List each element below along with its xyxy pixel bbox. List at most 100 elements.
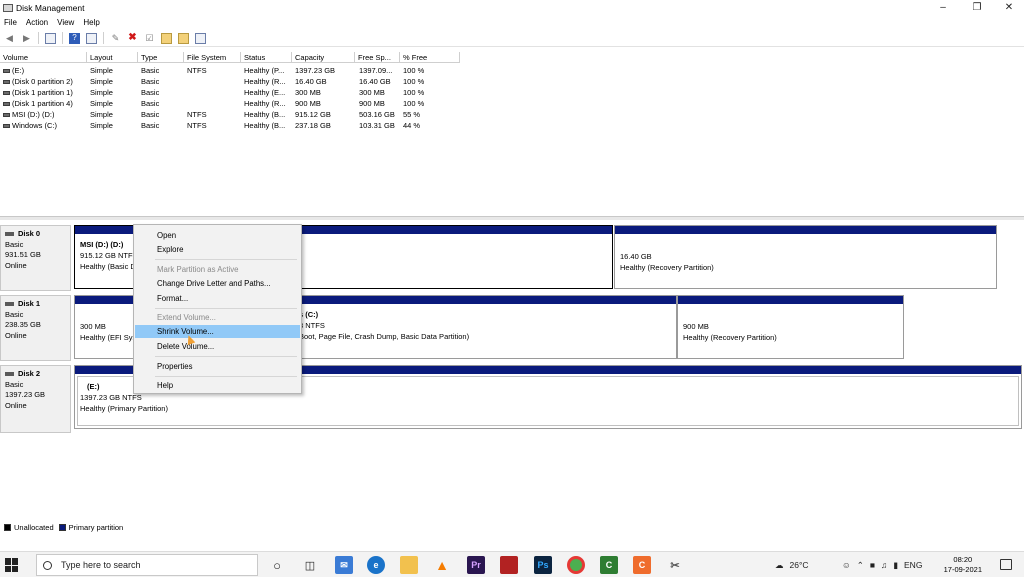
menu-item-change-drive-letter[interactable]: Change Drive Letter and Paths... — [135, 277, 300, 290]
partition-status: Healthy (Recovery Partition) — [683, 333, 777, 342]
mail-icon[interactable]: ✉ — [335, 556, 353, 574]
primary-swatch — [58, 524, 66, 531]
table-row[interactable]: MSI (D:) (D:) Simple Basic NTFS Healthy … — [0, 109, 470, 120]
menu-item-explore[interactable]: Explore — [135, 243, 300, 256]
help-icon[interactable]: ? — [69, 32, 80, 44]
photoshop-icon[interactable]: Ps — [534, 556, 552, 574]
partition-disk1-efi[interactable]: 300 MB Healthy (EFI Sys — [74, 295, 138, 359]
toolbar-separator — [62, 32, 63, 44]
windows-start-icon[interactable] — [5, 558, 19, 572]
partition-disk0-recovery[interactable]: 16.40 GB Healthy (Recovery Partition) — [614, 225, 997, 289]
menu-item-open[interactable]: Open — [135, 229, 300, 242]
volume-cell: (Disk 0 partition 2) — [3, 76, 87, 87]
edge-icon[interactable]: e — [367, 556, 385, 574]
back-arrow-icon[interactable]: ◀ — [4, 33, 15, 44]
folder-icon[interactable] — [161, 32, 172, 44]
close-button[interactable]: ✕ — [992, 0, 1024, 15]
volume-cell: (Disk 1 partition 4) — [3, 98, 87, 109]
free-cell: 16.40 GB — [359, 77, 391, 86]
taskbar-search-box[interactable]: Type here to search — [36, 554, 258, 576]
disk-1-name: Disk 1 — [18, 299, 41, 308]
pct-cell: 55 % — [403, 110, 421, 119]
free-cell: 1397.09... — [359, 66, 393, 75]
disk-0-type: Basic — [5, 239, 24, 249]
table-row[interactable]: (E:) Simple Basic NTFS Healthy (P... 139… — [0, 65, 470, 76]
maximize-button[interactable]: ❐ — [960, 0, 994, 15]
clock[interactable]: 08:20 17-09-2021 — [944, 555, 982, 575]
menu-item-help[interactable]: Help — [135, 379, 300, 392]
volume-cell: MSI (D:) (D:) — [3, 109, 87, 120]
partition-size: 3 NTFS — [299, 321, 325, 330]
notifications-icon[interactable] — [1000, 559, 1012, 570]
language-indicator[interactable]: ENG — [904, 560, 922, 570]
tray-overflow-icon[interactable]: ⌃ — [857, 560, 864, 571]
file-explorer-icon[interactable] — [400, 556, 418, 574]
forward-arrow-icon[interactable]: ▶ — [21, 33, 32, 44]
vlc-icon[interactable]: ▲ — [433, 556, 451, 574]
orange-app-icon[interactable]: C — [633, 556, 651, 574]
connect-icon[interactable]: ✎ — [110, 33, 121, 44]
task-view-icon[interactable]: ◫ — [301, 556, 319, 574]
delete-icon[interactable]: ✖ — [127, 33, 138, 44]
volume-name: (Disk 0 partition 2) — [12, 77, 73, 86]
menu-action[interactable]: Action — [26, 18, 48, 27]
menu-help[interactable]: Help — [83, 18, 99, 27]
title-bar: Disk Management — [0, 0, 1024, 15]
tray-volume-icon[interactable]: ♫ — [881, 560, 887, 570]
menu-view[interactable]: View — [57, 18, 74, 27]
disk-2-title: Disk 2 — [5, 369, 66, 380]
menu-item-extend-volume[interactable]: Extend Volume... — [135, 311, 300, 324]
menu-item-format[interactable]: Format... — [135, 292, 300, 305]
capacity-cell: 237.18 GB — [295, 121, 331, 130]
weather-widget[interactable]: ☁ 26°C — [775, 552, 809, 577]
properties-icon[interactable] — [86, 32, 97, 44]
volume-icon — [3, 113, 10, 118]
column-header-capacity[interactable]: Capacity — [292, 52, 355, 63]
menu-item-shrink-volume[interactable]: Shrink Volume... — [135, 325, 300, 338]
disk-2-label[interactable]: Disk 2 Basic 1397.23 GB Online — [0, 365, 71, 433]
column-header-type[interactable]: Type — [138, 52, 184, 63]
premiere-icon[interactable]: Pr — [467, 556, 485, 574]
layout-cell: Simple — [90, 88, 113, 97]
pct-cell: 100 % — [403, 77, 425, 86]
table-row[interactable]: (Disk 1 partition 4) Simple Basic Health… — [0, 98, 470, 109]
partition-disk1-recovery[interactable]: 900 MB Healthy (Recovery Partition) — [677, 295, 904, 359]
capacity-cell: 1397.23 GB — [295, 66, 336, 75]
disk-0-label[interactable]: Disk 0 Basic 931.51 GB Online — [0, 225, 71, 291]
red-app-icon[interactable] — [500, 556, 518, 574]
minimize-button[interactable]: – — [926, 0, 960, 15]
partition-status: Healthy (EFI Sys — [80, 333, 134, 342]
pane-splitter[interactable] — [0, 216, 1024, 220]
column-header-status[interactable]: Status — [241, 52, 292, 63]
disk-1-label[interactable]: Disk 1 Basic 238.35 GB Online — [0, 295, 71, 361]
table-row[interactable]: Windows (C:) Simple Basic NTFS Healthy (… — [0, 120, 470, 131]
column-header-free-space[interactable]: Free Sp... — [355, 52, 400, 63]
menu-file[interactable]: File — [4, 18, 17, 27]
column-header-volume[interactable]: Volume — [0, 52, 87, 63]
column-header-percent-free[interactable]: % Free — [400, 52, 460, 63]
tray-people-icon[interactable]: ☺ — [842, 560, 851, 570]
table-row[interactable]: (Disk 1 partition 1) Simple Basic Health… — [0, 87, 470, 98]
cortana-icon[interactable]: ○ — [268, 556, 286, 574]
folder-search-icon[interactable] — [178, 32, 189, 44]
column-header-file-system[interactable]: File System — [184, 52, 241, 63]
menu-item-properties[interactable]: Properties — [135, 360, 300, 373]
check-icon[interactable]: ☑ — [144, 33, 155, 44]
snipping-icon[interactable]: ✂ — [666, 556, 684, 574]
partition-status: Boot, Page File, Crash Dump, Basic Data … — [299, 332, 470, 341]
chrome-icon[interactable] — [567, 556, 585, 574]
tray-battery-icon[interactable]: ▮ — [893, 560, 898, 571]
pct-cell: 100 % — [403, 99, 425, 108]
camtasia-icon[interactable]: C — [600, 556, 618, 574]
disk-2-state: Online — [5, 400, 27, 410]
clock-time: 08:20 — [953, 555, 973, 564]
disk-view-icon[interactable] — [195, 32, 206, 44]
column-header-layout[interactable]: Layout — [87, 52, 138, 63]
menu-item-delete-volume[interactable]: Delete Volume... — [135, 340, 300, 353]
table-row[interactable]: (Disk 0 partition 2) Simple Basic Health… — [0, 76, 470, 87]
volume-name: (Disk 1 partition 1) — [12, 88, 73, 97]
tray-network-icon[interactable]: ■ — [870, 560, 875, 570]
volume-cell: Windows (C:) — [3, 120, 87, 131]
console-icon[interactable] — [45, 32, 56, 44]
menu-item-mark-active[interactable]: Mark Partition as Active — [135, 263, 300, 276]
